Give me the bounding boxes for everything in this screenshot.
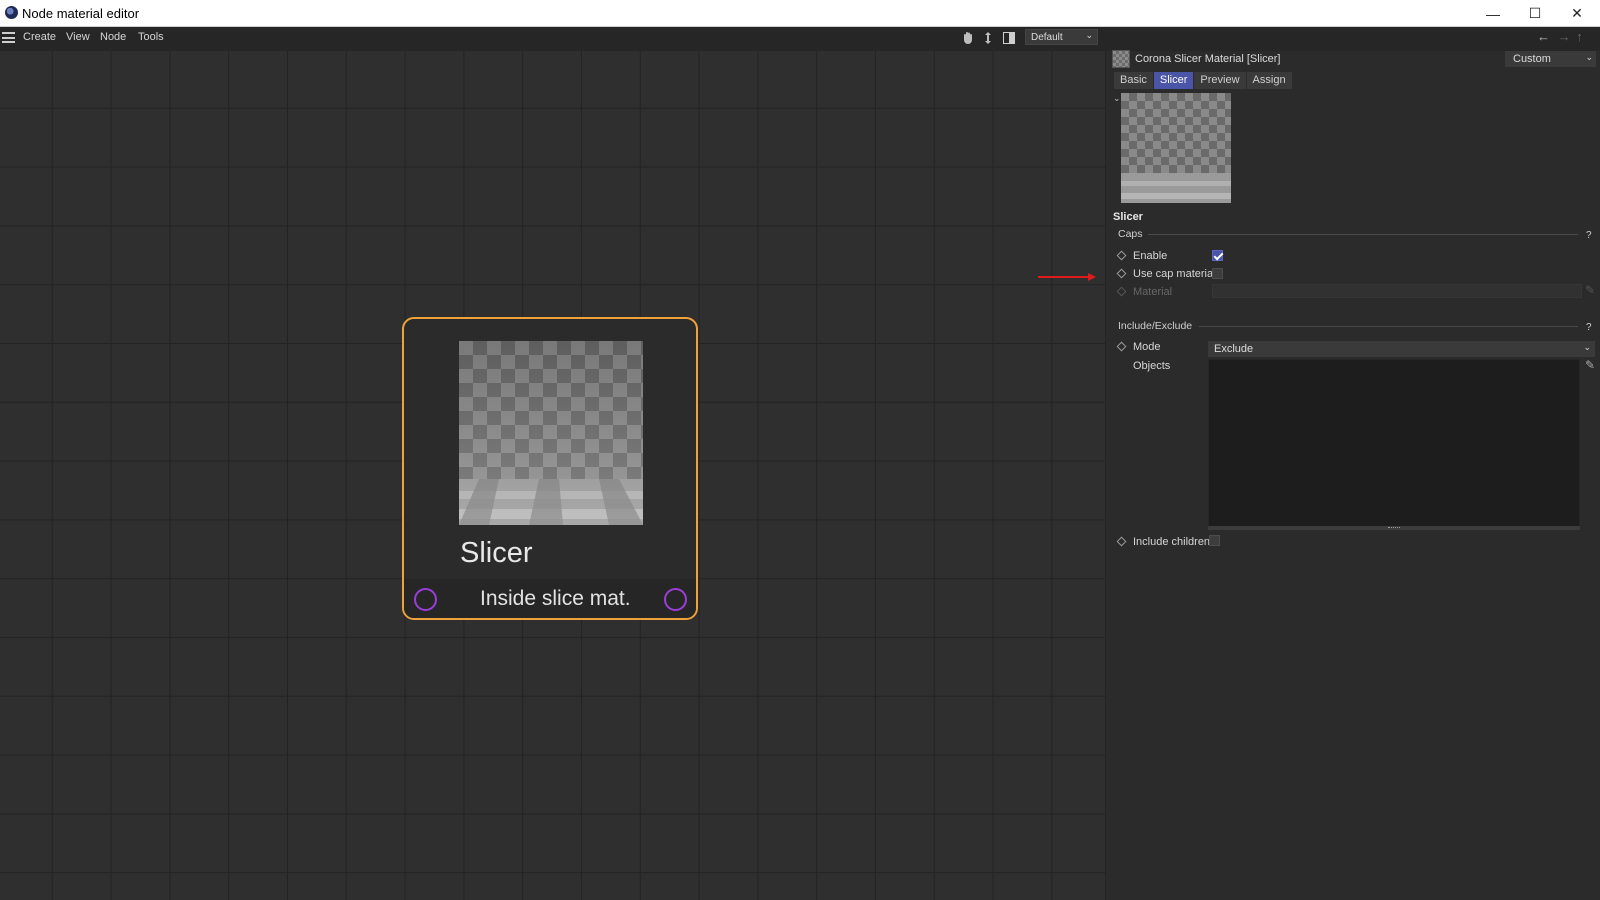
include-children-label: Include children <box>1133 536 1211 548</box>
layout-dropdown[interactable]: Default ⌄ <box>1025 29 1098 45</box>
history-nav: ← → ↑ <box>1537 29 1583 44</box>
material-label: Material <box>1133 286 1173 298</box>
move-icon[interactable] <box>981 30 995 46</box>
annotation-arrow-icon <box>1038 273 1096 281</box>
preset-dropdown-value: Custom <box>1513 53 1551 65</box>
use-cap-material-checkbox[interactable] <box>1212 268 1223 279</box>
tab-basic[interactable]: Basic <box>1114 72 1153 89</box>
node-port-row: Inside slice mat. <box>404 579 696 618</box>
caps-help-button[interactable]: ? <box>1586 230 1592 241</box>
up-arrow-icon[interactable]: ↑ <box>1576 29 1583 44</box>
collapse-chevron-icon[interactable]: ⌄ <box>1113 93 1121 104</box>
enable-label: Enable <box>1133 250 1168 262</box>
include-exclude-help-button[interactable]: ? <box>1586 322 1592 333</box>
caps-divider <box>1148 234 1578 235</box>
material-link-field <box>1212 284 1582 298</box>
title-bar: Node material editor — ☐ ✕ <box>0 0 1600 27</box>
menu-node[interactable]: Node <box>100 31 126 43</box>
node-preview-thumbnail <box>459 341 643 525</box>
panel-tabs: Basic Slicer Preview Assign <box>1114 72 1293 89</box>
mode-dropdown-value: Exclude <box>1214 343 1254 355</box>
maximize-button[interactable]: ☐ <box>1512 0 1558 27</box>
menu-tools[interactable]: Tools <box>138 31 164 43</box>
chevron-down-icon: ⌄ <box>1583 342 1591 352</box>
caps-group-label: Caps <box>1118 228 1143 240</box>
app-icon <box>5 6 18 19</box>
minimize-button[interactable]: — <box>1470 0 1516 27</box>
mode-label: Mode <box>1133 341 1161 353</box>
material-preview <box>1121 93 1231 203</box>
window-title: Node material editor <box>22 6 140 21</box>
material-name: Corona Slicer Material [Slicer] <box>1135 53 1281 65</box>
objects-list[interactable] <box>1208 359 1580 527</box>
panel-toggle-icon[interactable] <box>1002 30 1016 46</box>
hamburger-menu-icon[interactable] <box>2 32 15 43</box>
layout-dropdown-value: Default <box>1031 32 1063 43</box>
mode-dropdown[interactable]: Exclude ⌄ <box>1208 341 1595 357</box>
back-arrow-icon[interactable]: ← <box>1537 29 1550 44</box>
section-title: Slicer <box>1113 211 1143 223</box>
menu-bar: Create View Node Tools <box>0 27 1600 51</box>
menu-view[interactable]: View <box>66 31 90 43</box>
chevron-down-icon: ⌄ <box>1085 30 1093 40</box>
pick-object-icon[interactable]: ✎ <box>1585 358 1595 372</box>
include-exclude-group-label: Include/Exclude <box>1118 320 1193 332</box>
chevron-down-icon: ⌄ <box>1585 52 1593 62</box>
port-label: Inside slice mat. <box>480 587 631 610</box>
pick-icon: ✎ <box>1585 283 1596 297</box>
tab-preview[interactable]: Preview <box>1194 72 1246 89</box>
enable-checkbox[interactable] <box>1212 250 1223 261</box>
objects-label: Objects <box>1133 360 1171 372</box>
pan-hand-icon[interactable] <box>961 30 975 46</box>
use-cap-material-label: Use cap material <box>1133 268 1216 280</box>
tab-assign[interactable]: Assign <box>1246 72 1292 89</box>
material-swatch-icon <box>1112 50 1130 68</box>
include-exclude-divider <box>1199 326 1578 327</box>
include-children-checkbox[interactable] <box>1209 535 1220 546</box>
node-title: Slicer <box>460 537 533 569</box>
tab-slicer[interactable]: Slicer <box>1153 72 1194 89</box>
close-button[interactable]: ✕ <box>1554 0 1600 27</box>
preset-dropdown[interactable]: Custom ⌄ <box>1505 51 1596 67</box>
input-port[interactable] <box>414 588 437 611</box>
output-port[interactable] <box>664 588 687 611</box>
objects-resize-handle[interactable] <box>1208 526 1580 530</box>
forward-arrow-icon[interactable]: → <box>1558 29 1571 44</box>
slicer-node[interactable]: Slicer Inside slice mat. <box>402 317 698 620</box>
menu-create[interactable]: Create <box>23 31 56 43</box>
